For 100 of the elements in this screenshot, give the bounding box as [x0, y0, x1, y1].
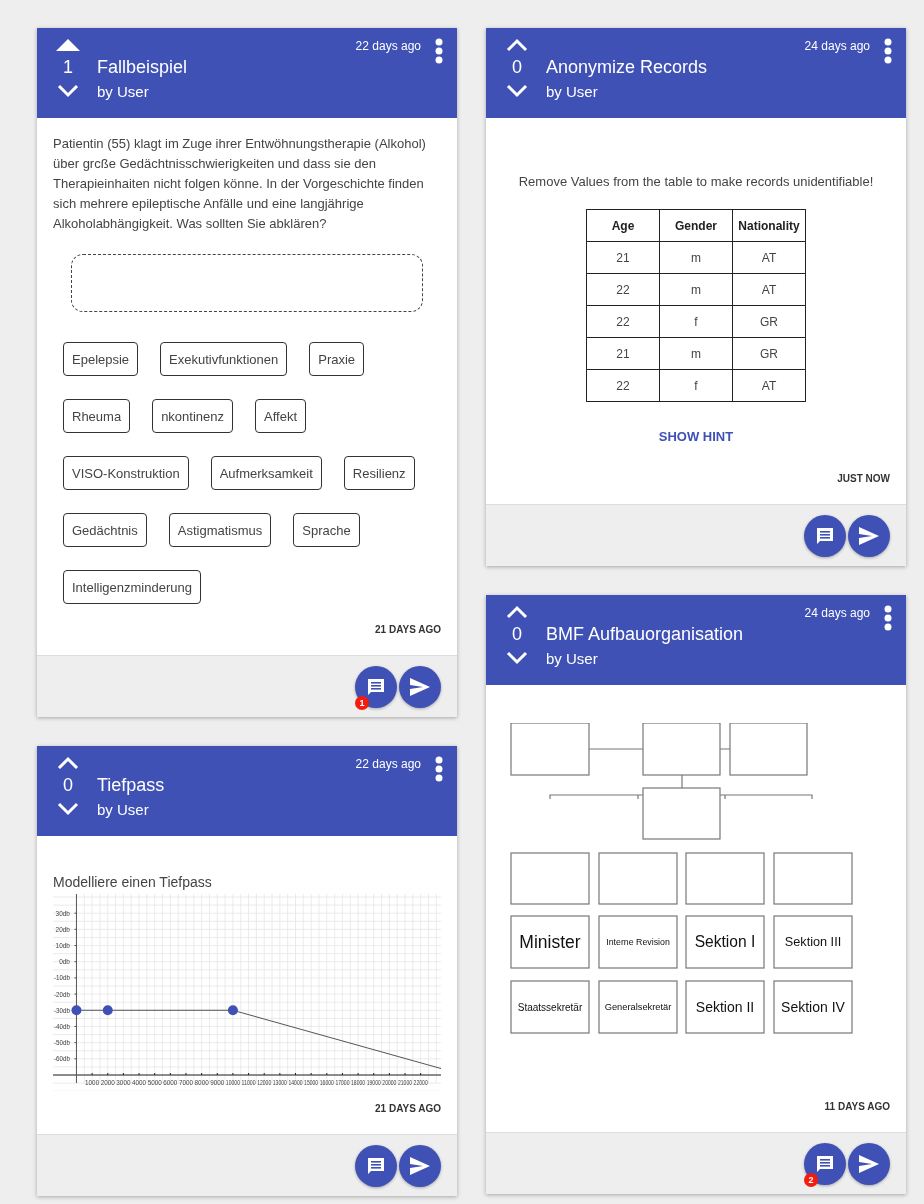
card-title: BMF Aufbauorganisation [545, 623, 745, 645]
author-label: by User [545, 649, 599, 667]
post-time: 22 days ago [355, 38, 421, 53]
send-button[interactable] [399, 1144, 441, 1187]
org-box-label: Sektion III [784, 935, 842, 950]
author-label: by User [96, 82, 150, 100]
table-cell[interactable]: AT [732, 273, 806, 306]
task-text: Remove Values from the table to make records unidentifiable! [517, 174, 875, 189]
table-cell[interactable]: AT [732, 369, 806, 402]
card-title: Anonymize Records [545, 56, 709, 78]
org-box[interactable] [773, 915, 853, 969]
vote-count: 0 [62, 774, 74, 796]
control-point[interactable] [227, 1005, 238, 1016]
org-box-label: Generalsekretär [604, 1002, 672, 1013]
more-vert-icon [884, 38, 892, 64]
answer-chip[interactable]: Affekt [255, 399, 307, 433]
org-box-label: Sektion II [695, 998, 755, 1015]
send-button[interactable] [399, 665, 441, 708]
task-text: Modelliere einen Tiefpass [53, 874, 213, 890]
post-time: 24 days ago [804, 38, 870, 53]
comment-icon [366, 676, 386, 697]
column-header: Age [586, 209, 660, 242]
chevron-down-icon [504, 84, 530, 98]
table-cell[interactable]: GR [732, 305, 806, 338]
answer-chip[interactable]: Astigmatismus [168, 513, 272, 547]
column-header: Nationality [732, 209, 806, 242]
table-cell[interactable]: f [659, 369, 733, 402]
send-icon [409, 676, 431, 697]
answer-chip[interactable]: Gedächtnis [63, 513, 147, 547]
answer-chip[interactable]: nkontinenz [152, 399, 234, 433]
chevron-down-icon [55, 84, 81, 98]
comment-button[interactable] [804, 514, 846, 557]
activity-time: JUST NOW [836, 473, 890, 484]
activity-time: 21 DAYS AGO [374, 1103, 441, 1114]
chevron-down-icon [55, 802, 81, 816]
more-vert-icon [884, 605, 892, 631]
org-box[interactable] [685, 915, 765, 969]
activity-time: 21 DAYS AGO [374, 624, 441, 635]
table-cell[interactable]: m [659, 241, 733, 274]
org-box[interactable] [510, 915, 590, 969]
answer-drop-zone[interactable] [71, 254, 423, 312]
comment-count-badge: 2 [804, 1172, 818, 1187]
chevron-up-icon [504, 605, 530, 619]
question-text: Patientin (55) klagt im Zuge ihrer Entwöhnungstherapie (Alkohol) über grcße Gedächtnisschwierigkeiten und dass sie den Therapieinhaiten nicht folgen könne. In der Vorgeschichte finden sich mehrere epileptische Anfälle und eine langjährige Alkoholabhängigkeit. Was sollten Sie abklären? [53, 135, 427, 233]
send-icon [858, 525, 880, 546]
org-box-label: Staatssekretär [517, 1001, 583, 1013]
vote-count: 0 [511, 56, 523, 78]
send-button[interactable] [848, 1142, 890, 1185]
table-cell[interactable]: 22 [586, 369, 660, 402]
comment-button[interactable]: 2 [804, 1142, 846, 1185]
org-box-label: Minister [519, 932, 581, 953]
card-title: Fallbeispiel [96, 56, 189, 78]
chevron-up-icon [55, 756, 81, 770]
card-title: Tiefpass [96, 774, 166, 796]
post-time: 24 days ago [804, 605, 870, 620]
org-box-label: Sektion I [694, 933, 756, 951]
column-header: Gender [659, 209, 733, 242]
answer-chip[interactable]: Praxie [309, 342, 365, 376]
control-point[interactable] [71, 1005, 82, 1016]
table-cell[interactable]: m [659, 337, 733, 370]
answer-chip[interactable]: Epelepsie [63, 342, 139, 376]
send-button[interactable] [848, 514, 890, 557]
org-box[interactable] [685, 980, 765, 1034]
org-box-label: Interne Revision [606, 937, 670, 948]
comment-icon [815, 525, 835, 546]
triangle-up-icon [55, 38, 81, 52]
table-cell[interactable]: 21 [586, 337, 660, 370]
send-icon [409, 1155, 431, 1176]
answer-chip[interactable]: Exekutivfunktionen [160, 342, 288, 376]
author-label: by User [96, 800, 150, 818]
answer-chip[interactable]: Rheuma [63, 399, 131, 433]
org-box[interactable] [510, 980, 590, 1034]
comment-button[interactable]: 1 [355, 665, 397, 708]
comment-icon [366, 1155, 386, 1176]
answer-chip[interactable]: VISO-Konstruktion [63, 456, 189, 490]
org-box-label: Sektion IV [781, 998, 845, 1015]
table-cell[interactable]: 21 [586, 241, 660, 274]
control-point[interactable] [102, 1005, 113, 1016]
answer-chip[interactable]: Aufmerksamkeit [210, 456, 322, 490]
answer-chip[interactable]: Intelligenzminderung [63, 570, 201, 604]
table-cell[interactable]: m [659, 273, 733, 306]
table-cell[interactable]: 22 [586, 273, 660, 306]
chevron-up-icon [504, 38, 530, 52]
post-time: 22 days ago [355, 756, 421, 771]
answer-chip[interactable]: Sprache [293, 513, 360, 547]
activity-time: 11 DAYS AGO [823, 1101, 890, 1112]
vote-count: 1 [62, 56, 74, 78]
table-cell[interactable]: AT [732, 241, 806, 274]
comment-icon [815, 1153, 835, 1174]
org-box[interactable] [773, 980, 853, 1034]
vote-count: 0 [511, 623, 523, 645]
answer-chip[interactable]: Resilienz [343, 456, 415, 490]
author-label: by User [545, 82, 599, 100]
more-vert-icon [435, 756, 443, 782]
table-cell[interactable]: 22 [586, 305, 660, 338]
chevron-down-icon [504, 651, 530, 665]
table-cell[interactable]: f [659, 305, 733, 338]
table-cell[interactable]: GR [732, 337, 806, 370]
comment-button[interactable] [355, 1144, 397, 1187]
show-hint-button[interactable]: SHOW HINT [652, 428, 740, 445]
